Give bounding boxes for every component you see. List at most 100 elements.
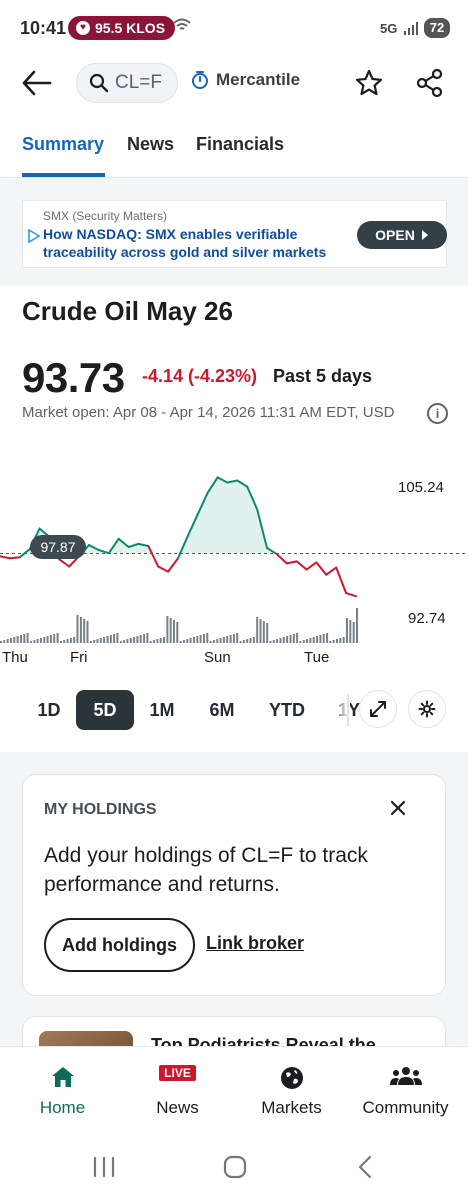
volume-bar — [49, 635, 52, 643]
range-5d[interactable]: 5D — [76, 690, 134, 730]
home-system-icon[interactable] — [223, 1155, 247, 1179]
volume-bar — [186, 639, 189, 643]
nav-community[interactable]: Community — [347, 1047, 464, 1137]
x-tick-label: Fri — [70, 649, 88, 666]
volume-bar — [326, 633, 329, 643]
volume-bar — [93, 640, 96, 643]
volume-bar — [292, 634, 295, 643]
volume-bar — [302, 640, 305, 643]
volume-bar — [109, 635, 112, 643]
chevron-right-icon — [421, 230, 428, 240]
volume-bar — [73, 637, 76, 643]
volume-bar — [63, 640, 66, 643]
sponsored-ad[interactable]: SMX (Security Matters) How NASDAQ: SMX e… — [22, 200, 447, 268]
nav-home[interactable]: Home — [4, 1047, 121, 1137]
volume-bar — [89, 641, 92, 643]
info-icon[interactable]: i — [427, 403, 448, 424]
volume-bar — [66, 639, 69, 643]
status-time: 10:41 — [20, 18, 67, 38]
battery-indicator: 72 — [424, 18, 450, 38]
volume-bar — [206, 633, 209, 643]
radio-label: 95.5 KLOS — [95, 20, 166, 36]
radio-heart-icon: ♥ — [76, 21, 90, 35]
volume-bar — [123, 640, 126, 643]
volume-bar — [156, 639, 159, 643]
ad-choices-icon[interactable] — [27, 229, 41, 243]
range-divider — [347, 694, 349, 726]
price-line-segment — [275, 553, 288, 565]
volume-bar — [179, 641, 182, 643]
volume-bar — [309, 638, 312, 643]
share-icon[interactable] — [416, 68, 444, 98]
price-line-segment — [345, 592, 357, 598]
volume-bar — [332, 640, 335, 643]
price-line-segment — [285, 560, 298, 565]
nav-news[interactable]: LIVE News — [119, 1047, 236, 1137]
volume-bar — [209, 641, 212, 643]
volume-bar — [116, 633, 119, 643]
radio-badge[interactable]: ♥ 95.5 KLOS — [68, 16, 176, 40]
tab-news[interactable]: News — [127, 134, 174, 155]
close-icon[interactable] — [387, 797, 409, 819]
range-6m[interactable]: 6M — [200, 690, 244, 730]
volume-bar — [232, 634, 235, 643]
price-chart[interactable]: 105.24 92.74 97.87 Thu Fri Sun Tue — [0, 460, 468, 670]
community-icon — [389, 1067, 422, 1085]
volume-bar — [346, 618, 348, 643]
price-line-segment — [305, 561, 318, 571]
price-change: -4.14 (-4.23%) — [142, 366, 258, 386]
market-status: Market open: Apr 08 - Apr 14, 2026 11:31… — [22, 404, 395, 421]
wifi-icon — [173, 18, 191, 30]
volume-bar — [349, 620, 352, 643]
volume-bar — [159, 638, 162, 643]
chart-settings-button[interactable] — [408, 690, 446, 728]
volume-bar — [36, 639, 39, 643]
volume-bar — [79, 617, 82, 643]
network-indicator: 5G — [380, 21, 398, 36]
volume-bar — [256, 617, 259, 643]
nav-markets-label: Markets — [261, 1098, 322, 1117]
range-selector: 1D 5D 1M 6M YTD 1Y — [0, 690, 468, 734]
volume-bar — [83, 619, 86, 643]
volume-bar — [69, 638, 72, 643]
volume-bar — [0, 641, 2, 643]
range-1d[interactable]: 1D — [28, 690, 70, 730]
volume-bar — [76, 615, 79, 643]
symbol-search[interactable]: CL=F — [76, 63, 178, 103]
watchlist-star-icon[interactable] — [354, 68, 384, 98]
live-news-icon: LIVE — [159, 1065, 196, 1081]
fullscreen-button[interactable] — [359, 690, 397, 728]
home-icon — [51, 1067, 74, 1087]
volume-bar — [86, 621, 89, 643]
volume-bar — [229, 635, 232, 643]
timer-icon — [192, 71, 208, 89]
volume-bar — [59, 641, 62, 643]
my-holdings-card: MY HOLDINGS Add your holdings of CL=F to… — [22, 774, 446, 996]
price-line-segment — [147, 545, 160, 568]
previous-close-tag: 97.87 — [30, 535, 86, 559]
add-holdings-button[interactable]: Add holdings — [44, 918, 195, 972]
chart-high-label: 105.24 — [398, 479, 444, 496]
quote-header: CL=F Mercantile — [0, 60, 468, 108]
range-1m[interactable]: 1M — [142, 690, 182, 730]
link-broker-link[interactable]: Link broker — [206, 933, 304, 954]
volume-bar — [203, 634, 205, 643]
ad-headline[interactable]: How NASDAQ: SMX enables verifiable trace… — [43, 225, 353, 261]
volume-bar — [146, 633, 149, 643]
back-arrow-icon[interactable] — [20, 68, 54, 98]
nav-markets[interactable]: Markets — [233, 1047, 350, 1137]
volume-bar — [339, 638, 342, 643]
recent-apps-icon[interactable] — [92, 1156, 116, 1178]
ad-sponsor: SMX (Security Matters) — [43, 209, 168, 223]
range-ytd[interactable]: YTD — [262, 690, 312, 730]
volume-bar — [126, 639, 129, 643]
volume-bar — [312, 637, 315, 643]
tab-summary[interactable]: Summary — [22, 134, 104, 155]
volume-bar — [329, 641, 332, 643]
price-line-segment — [325, 566, 338, 576]
tab-financials[interactable]: Financials — [196, 134, 284, 155]
system-back-icon[interactable] — [356, 1155, 374, 1179]
ad-open-button[interactable]: OPEN — [357, 221, 447, 249]
exchange-name: Mercantile — [216, 70, 301, 89]
volume-bar — [183, 640, 185, 643]
